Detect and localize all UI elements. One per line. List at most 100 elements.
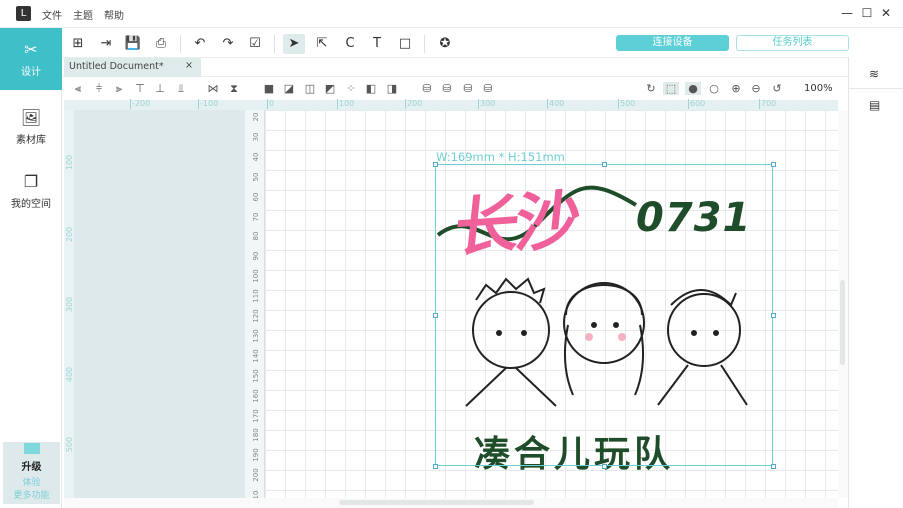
- ruler-top-label: -100: [198, 99, 219, 109]
- group-icon[interactable]: ⁘: [343, 82, 359, 95]
- bring-front-icon[interactable]: ■: [261, 82, 277, 95]
- ruler-top-label: 0: [267, 99, 275, 109]
- redo-icon[interactable]: ↷: [217, 34, 239, 54]
- ruler-top-label: 300: [478, 99, 496, 109]
- ruler-top-label: 200: [405, 99, 423, 109]
- vertical-scrollbar[interactable]: [838, 110, 848, 498]
- align-right-icon[interactable]: ⫸: [111, 82, 127, 96]
- node-edit-icon[interactable]: ⇱: [311, 34, 333, 54]
- layer-bottom-icon[interactable]: ⛁: [480, 82, 496, 95]
- align-middle-icon[interactable]: ⊥: [152, 82, 168, 95]
- resize-handle[interactable]: [771, 313, 776, 318]
- flip-horizontal-icon[interactable]: ⋈: [205, 82, 221, 95]
- undo-icon[interactable]: ↶: [189, 34, 211, 54]
- ruler-left-label: 400: [65, 366, 75, 383]
- divider: [180, 35, 181, 53]
- menu-help[interactable]: 帮助: [104, 7, 124, 22]
- ruler-vertical-label: 200: [252, 468, 260, 482]
- task-list-button[interactable]: 任务列表: [736, 35, 849, 51]
- ruler-vertical-label: 190: [252, 448, 260, 462]
- ruler-vertical-label: 40: [252, 152, 260, 162]
- selection-box[interactable]: [435, 164, 773, 466]
- resize-handle[interactable]: [602, 464, 607, 469]
- zoom-in-icon[interactable]: ⊕: [728, 82, 744, 95]
- marquee-select-icon[interactable]: ⬚: [663, 82, 679, 95]
- my-space-icon: ❐: [23, 172, 39, 191]
- resize-handle[interactable]: [433, 313, 438, 318]
- align-left-icon[interactable]: ⫷: [70, 82, 86, 96]
- shape-star-icon[interactable]: ✪: [434, 34, 456, 54]
- rectangle-tool-icon[interactable]: □: [394, 34, 416, 54]
- resize-handle[interactable]: [771, 464, 776, 469]
- close-window-button[interactable]: ✕: [879, 6, 893, 20]
- divider: [424, 35, 425, 53]
- send-back-icon[interactable]: ◪: [281, 82, 297, 95]
- ruler-vertical-label: 60: [252, 192, 260, 202]
- ruler-vertical-label: 50: [252, 172, 260, 182]
- resize-handle[interactable]: [433, 162, 438, 167]
- ruler-top-label: 700: [759, 99, 777, 109]
- select-arrow-icon[interactable]: ➤: [283, 34, 305, 54]
- subtract-icon[interactable]: ◩: [322, 82, 338, 95]
- resize-handle[interactable]: [433, 464, 438, 469]
- sidebar-item-label: 素材库: [16, 135, 46, 146]
- sidebar-item-design[interactable]: ✂ 设计: [0, 28, 62, 90]
- sidebar-item-my-space[interactable]: ❐ 我的空间: [0, 160, 62, 222]
- mirror-icon[interactable]: ◨: [384, 82, 400, 95]
- outline-circle-icon[interactable]: ○: [706, 82, 722, 95]
- curve-icon[interactable]: C: [339, 34, 361, 54]
- layer-top-icon[interactable]: ⛁: [460, 82, 476, 95]
- ribbon-icon: [23, 443, 40, 454]
- ruler-vertical-label: 110: [252, 289, 260, 303]
- ruler-vertical-label: 120: [252, 309, 260, 323]
- flip-vertical-icon[interactable]: ⧗: [226, 82, 242, 96]
- fill-circle-icon[interactable]: ●: [685, 82, 701, 95]
- align-bottom-icon[interactable]: ⫫: [173, 82, 189, 96]
- text-tool-icon[interactable]: T: [366, 34, 388, 54]
- intersect-icon[interactable]: ◧: [363, 82, 379, 95]
- tab-close-icon[interactable]: ×: [185, 60, 193, 71]
- upgrade-title: 升级: [21, 462, 42, 473]
- connect-device-button[interactable]: 连接设备: [616, 35, 729, 51]
- ruler-vertical-label: 130: [252, 329, 260, 343]
- upgrade-card[interactable]: 升级 体验 更多功能: [3, 442, 60, 504]
- ruler-top: [64, 100, 838, 110]
- align-center-h-icon[interactable]: ⫩: [91, 82, 107, 96]
- save-icon[interactable]: 💾: [122, 34, 144, 54]
- right-panel: ≋ ▤: [848, 57, 903, 508]
- new-file-icon[interactable]: ⊞: [67, 34, 89, 54]
- reset-zoom-icon[interactable]: ↺: [769, 82, 785, 95]
- resize-handle[interactable]: [602, 162, 607, 167]
- resize-handle[interactable]: [771, 162, 776, 167]
- app-logo: L: [16, 6, 31, 21]
- zoom-out-icon[interactable]: ⊖: [748, 82, 764, 95]
- menu-theme[interactable]: 主题: [73, 7, 93, 22]
- properties-icon[interactable]: ▤: [869, 98, 880, 112]
- print-icon[interactable]: ⎙: [150, 34, 172, 54]
- copy-icon[interactable]: ☑: [244, 34, 266, 54]
- ruler-vertical-label: 30: [252, 132, 260, 142]
- layer-down-icon[interactable]: ⛁: [439, 82, 455, 95]
- sidebar-item-library[interactable]: 🖼 素材库: [0, 96, 62, 158]
- ruler-vertical-label: 140: [252, 349, 260, 363]
- sidebar: ✂ 设计 🖼 素材库 ❐ 我的空间: [0, 28, 62, 508]
- upgrade-line2: 更多功能: [13, 491, 50, 501]
- layer-up-icon[interactable]: ⛁: [419, 82, 435, 95]
- maximize-button[interactable]: ☐: [860, 6, 874, 20]
- tab-title: Untitled Document*: [69, 61, 164, 72]
- ruler-top-label: -200: [130, 99, 151, 109]
- union-icon[interactable]: ◫: [302, 82, 318, 95]
- ruler-top-label: 100: [337, 99, 355, 109]
- menu-file[interactable]: 文件: [42, 7, 62, 22]
- ruler-vertical-label: 170: [252, 408, 260, 423]
- ruler-vertical-label: 70: [252, 212, 260, 221]
- import-icon[interactable]: ⇥: [95, 34, 117, 54]
- tab-document[interactable]: Untitled Document* ×: [64, 58, 201, 77]
- minimize-button[interactable]: —: [840, 6, 854, 20]
- layers-icon[interactable]: ≋: [869, 67, 879, 81]
- title-bar: L 文件 主题 帮助 — ☐ ✕: [0, 0, 903, 28]
- align-top-icon[interactable]: ⊤: [132, 82, 148, 95]
- ruler-vertical-label: 20: [252, 112, 260, 122]
- rotate-icon[interactable]: ↻: [643, 82, 659, 95]
- horizontal-scrollbar[interactable]: [64, 498, 838, 508]
